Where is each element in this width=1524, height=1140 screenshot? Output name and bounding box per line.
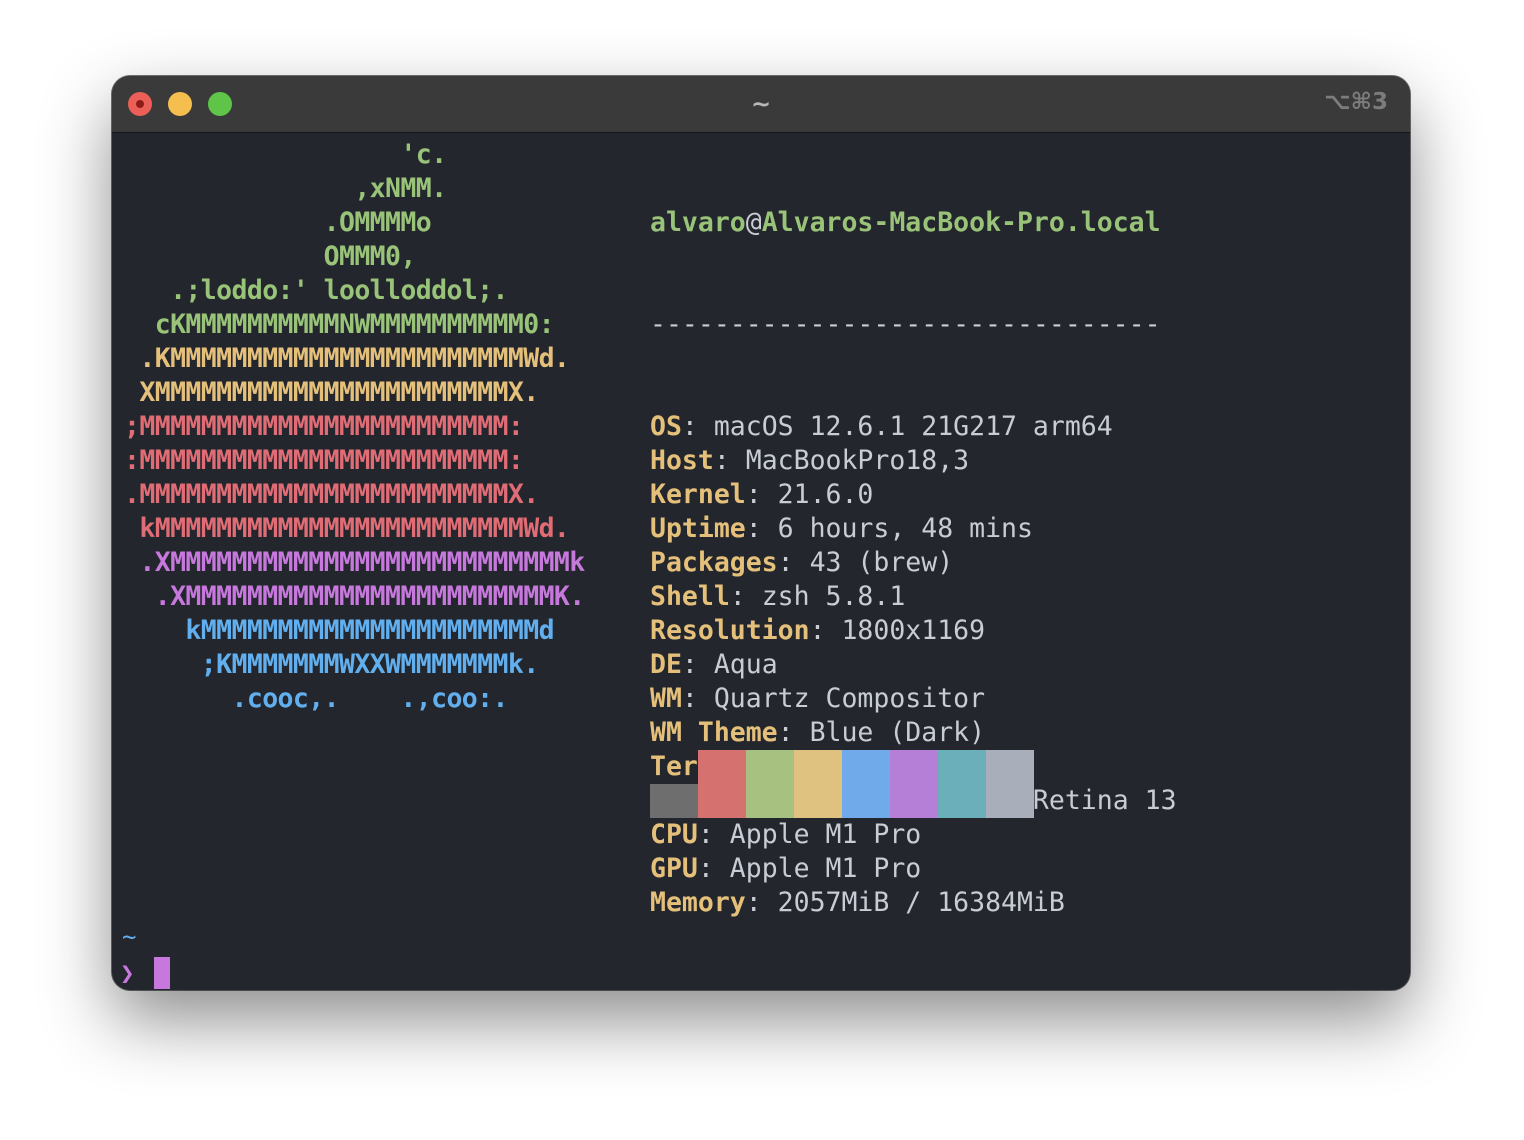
palette-swatch [698,750,746,818]
logo-line: 'c. [124,139,447,170]
info-key: GPU [650,853,698,884]
logo-line: .XMMMMMMMMMMMMMMMMMMMMMMMMK. [124,581,586,612]
title-bar: ~ ⌥⌘3 [112,76,1410,133]
text-cursor[interactable] [154,957,170,989]
info-colon: : [729,581,762,612]
info-row: Uptime: 6 hours, 48 mins [650,512,1177,546]
info-value: MacBookPro18,3 [745,445,970,476]
palette-swatch [650,784,698,818]
info-value: 1800x1169 [841,615,986,646]
info-value: Quartz Compositor [713,683,986,714]
window-title: ~ [750,90,772,118]
info-row: GPU: Apple M1 Pro [650,852,1177,886]
info-key: Memory [650,887,746,918]
logo-line: .XMMMMMMMMMMMMMMMMMMMMMMMMMMk [124,547,585,578]
prompt-symbol: ❯ [120,959,135,987]
info-key: Shell [650,581,730,612]
logo-line: ;KMMMMMMMWXXWMMMMMMMk. [124,649,539,680]
info-colon: : [681,683,714,714]
info-value: macOS 12.6.1 21G217 arm64 [713,411,1113,442]
info-value: Apple M1 Pro [729,819,922,850]
info-key: DE [650,649,682,680]
info-value: Apple M1 Pro [729,853,922,884]
logo-line: kMMMMMMMMMMMMMMMMMMMMMMMMWd. [124,513,570,544]
info-colon: : [681,411,714,442]
logo-line: .cooc,. .,coo:. [124,683,508,714]
palette-swatch [890,750,938,818]
logo-line: .;loddo:' loolloddol;. [124,275,508,306]
info-key: Packages [650,547,778,578]
palette-swatch [746,750,794,818]
info-key: Uptime [650,513,746,544]
logo-line: cKMMMMMMMMMMNWMMMMMMMMMM0: [124,309,555,340]
hostname: Alvaros-MacBook-Pro.local [761,207,1161,238]
logo-line: ,xNMM. [124,173,447,204]
info-value: zsh 5.8.1 [761,581,906,612]
info-colon: : [697,819,730,850]
logo-line: XMMMMMMMMMMMMMMMMMMMMMMMX. [124,377,539,408]
info-colon: : [681,649,714,680]
palette-swatch [794,750,842,818]
logo-line: :MMMMMMMMMMMMMMMMMMMMMMMM: [124,445,524,476]
info-row: OS: macOS 12.6.1 21G217 arm64 [650,410,1177,444]
info-key: WM Theme [650,717,778,748]
info-row: Kernel: 21.6.0 [650,478,1177,512]
info-value: 43 (brew) [809,547,954,578]
info-colon: : [777,717,810,748]
info-row: DE: Aqua [650,648,1177,682]
info-value: 2057MiB / 16384MiB [777,887,1065,918]
window-shortcut: ⌥⌘3 [1324,89,1388,115]
logo-line: OMMM0, [124,241,417,272]
user-host-line: alvaro@Alvaros-MacBook-Pro.local [650,206,1177,240]
info-colon: : [745,479,778,510]
info-row: Packages: 43 (brew) [650,546,1177,580]
logo-line: kMMMMMMMMMMMMMMMMMMMMMMd [124,615,554,646]
color-palette [650,750,1034,818]
info-key: WM [650,683,682,714]
info-key: OS [650,411,682,442]
at-sign: @ [745,207,762,238]
info-value: Blue (Dark) [809,717,986,748]
info-row: WM Theme: Blue (Dark) [650,716,1177,750]
logo-line: .MMMMMMMMMMMMMMMMMMMMMMMMX. [124,479,539,510]
logo-line: .OMMMMo [124,207,432,238]
username: alvaro [650,207,746,238]
info-row: Memory: 2057MiB / 16384MiB [650,886,1177,920]
info-colon: : [809,615,842,646]
info-value: Aqua [713,649,778,680]
info-row: Shell: zsh 5.8.1 [650,580,1177,614]
info-colon: : [713,445,746,476]
info-row: WM: Quartz Compositor [650,682,1177,716]
info-colon: : [697,853,730,884]
palette-swatch [986,750,1034,818]
apple-ascii-logo: 'c. ,xNMM. .OMMMMo OMMM0, .;loddo:' lool… [124,138,585,716]
palette-swatch [842,750,890,818]
info-row: CPU: Apple M1 Pro [650,818,1177,852]
info-value: 21.6.0 [777,479,874,510]
info-row: Resolution: 1800x1169 [650,614,1177,648]
info-key: CPU [650,819,698,850]
terminal-window: ~ ⌥⌘3 'c. ,xNMM. .OMMMMo OMMM0, .;loddo:… [112,76,1410,990]
logo-line: ;MMMMMMMMMMMMMMMMMMMMMMMM: [124,411,524,442]
prompt-cwd: ~ [122,923,137,951]
info-rows: OS: macOS 12.6.1 21G217 arm64 Host: MacBo… [650,410,1177,920]
info-colon: : [777,547,810,578]
info-row: Host: MacBookPro18,3 [650,444,1177,478]
info-value: 6 hours, 48 mins [777,513,1033,544]
info-key: Kernel [650,479,746,510]
system-info: alvaro@Alvaros-MacBook-Pro.local -------… [650,138,1177,988]
logo-line: .KMMMMMMMMMMMMMMMMMMMMMMMWd. [124,343,570,374]
separator-line: -------------------------------- [650,309,1161,340]
info-key: Resolution [650,615,810,646]
info-colon: : [745,513,778,544]
command-line[interactable]: ❯ [120,956,170,990]
palette-swatch [938,750,986,818]
info-colon: : [745,887,778,918]
info-key: Host [650,445,714,476]
